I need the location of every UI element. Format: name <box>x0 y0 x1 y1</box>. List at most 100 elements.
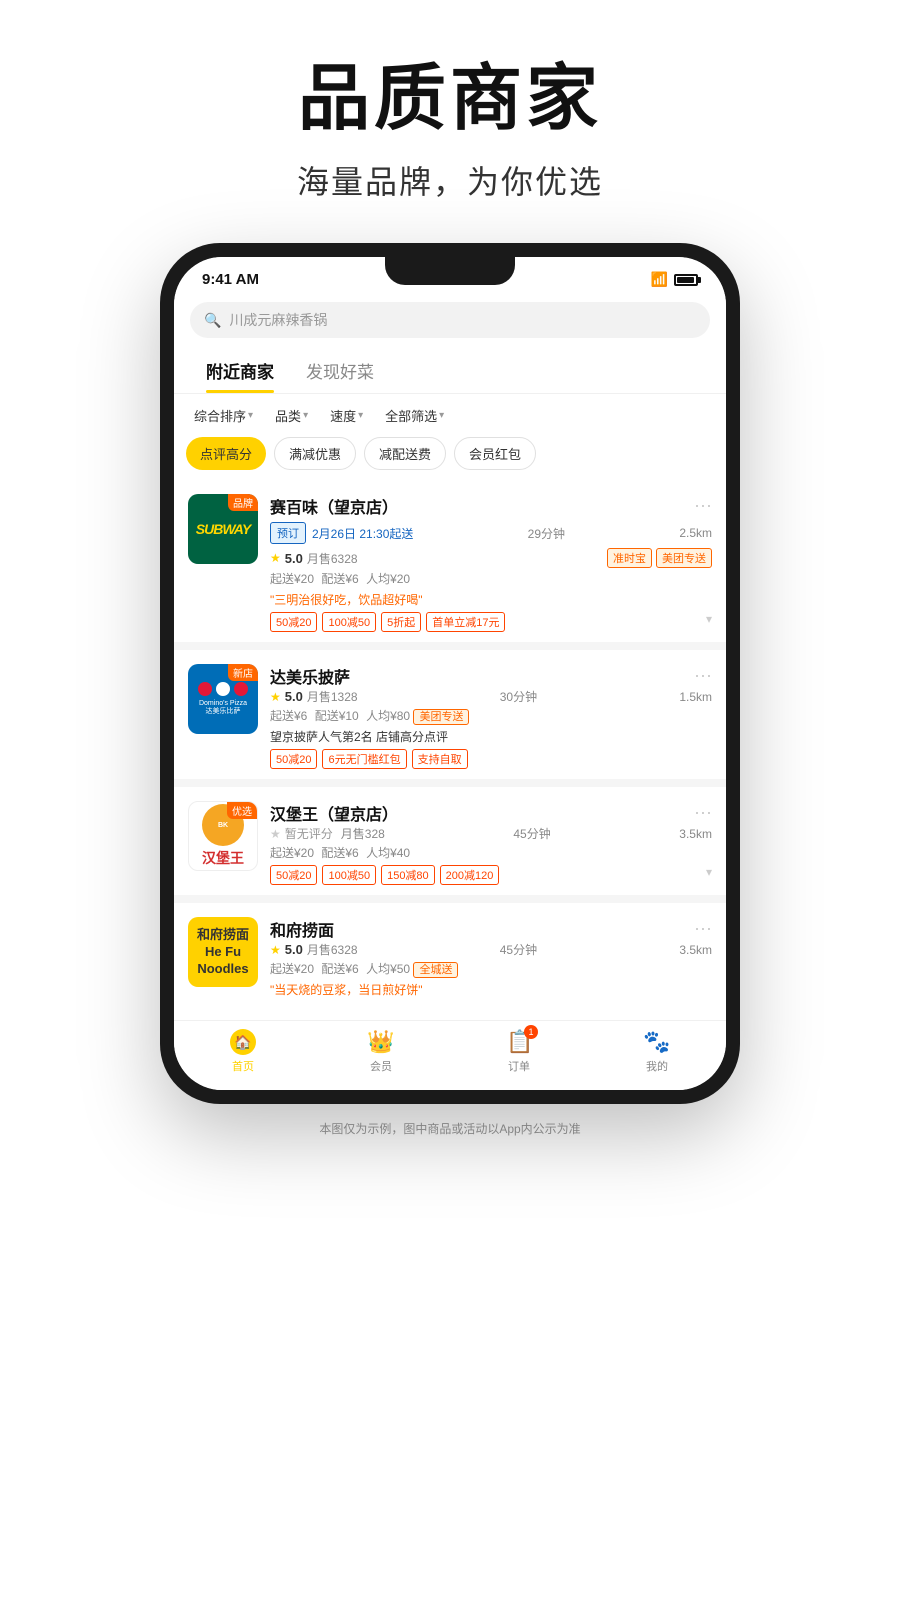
subway-promo-0: 50减20 <box>270 612 317 632</box>
battery-icon <box>674 274 698 286</box>
dominos-text: Domino's Pizza达美乐比萨 <box>199 700 247 717</box>
dominos-distance: 1.5km <box>679 690 712 704</box>
merchant-header-hefu: 和府捞面He Fu Noodles 和府捞面 ⋯ ★ 5.0 月售6328 45… <box>188 917 712 1002</box>
bk-info: 汉堡王（望京店） ⋯ ★ 暂无评分 月售328 45分钟 3.5km 起送¥20 <box>270 801 712 885</box>
merchant-card-hefu[interactable]: 和府捞面He Fu Noodles 和府捞面 ⋯ ★ 5.0 月售6328 45… <box>174 903 726 1012</box>
merchant-card-dominos[interactable]: Domino's Pizza达美乐比萨 新店 达美乐披萨 ⋯ ★ 5.0 月售1… <box>174 650 726 779</box>
dominos-badge: 新店 <box>228 664 258 681</box>
disclaimer: 本图仅为示例，图中商品或活动以App内公示为准 <box>319 1104 580 1157</box>
hefu-logo-text: 和府捞面He Fu Noodles <box>188 927 258 978</box>
tag-free-delivery[interactable]: 减配送费 <box>364 437 446 470</box>
dominos-dot-3 <box>234 682 248 696</box>
phone-screen: 9:41 AM 📶 🔍 川成元麻辣香锅 附近商家 发现好菜 综合排序 <box>174 257 726 1090</box>
bk-logo: BK 汉堡王 优选 <box>188 801 258 871</box>
merchant-card-subway[interactable]: SUBWAY 品牌 赛百味（望京店） ⋯ 预订 2月26日 21:30起送 29… <box>174 480 726 642</box>
subway-distance: 2.5km <box>679 526 712 540</box>
member-label: 会员 <box>370 1058 392 1074</box>
merchant-card-bk[interactable]: BK 汉堡王 优选 汉堡王（望京店） ⋯ ★ 暂无评分 月售32 <box>174 787 726 895</box>
bk-rating-label: 暂无评分 <box>285 825 333 842</box>
all-arrow: ▾ <box>439 410 444 421</box>
subway-expand[interactable]: ▾ <box>706 612 712 632</box>
page-subtitle: 海量品牌，为你优选 <box>297 157 603 203</box>
bk-expand[interactable]: ▾ <box>706 865 712 885</box>
tab-discover[interactable]: 发现好菜 <box>290 348 390 393</box>
tag-member-coupon[interactable]: 会员红包 <box>454 437 536 470</box>
nav-order[interactable]: 📋 1 订单 <box>450 1029 588 1074</box>
subway-star: ★ <box>270 551 281 565</box>
home-icon-bg: 🏠 <box>230 1029 256 1055</box>
tab-nearby[interactable]: 附近商家 <box>190 348 290 393</box>
dominos-logo: Domino's Pizza达美乐比萨 新店 <box>188 664 258 734</box>
status-bar: 9:41 AM 📶 <box>174 257 726 294</box>
tag-high-rating[interactable]: 点评高分 <box>186 437 266 470</box>
dominos-promo-1: 6元无门槛红包 <box>322 749 406 769</box>
tag-row: 点评高分 满减优惠 减配送费 会员红包 <box>174 437 726 480</box>
bk-time: 45分钟 <box>513 825 550 842</box>
status-time: 9:41 AM <box>202 271 259 288</box>
hefu-rating: 5.0 <box>285 942 303 957</box>
bk-promo-1: 100减50 <box>322 865 376 885</box>
subway-review: "三明治很好吃，饮品超好喝" <box>270 591 712 608</box>
filter-all[interactable]: 全部筛选 ▾ <box>377 402 452 429</box>
dominos-tag-meituan: 美团专送 <box>413 709 469 725</box>
tag-promo[interactable]: 满减优惠 <box>274 437 356 470</box>
filter-category[interactable]: 品类 ▾ <box>267 402 316 429</box>
search-bar[interactable]: 🔍 川成元麻辣香锅 <box>190 302 710 338</box>
status-icons: 📶 <box>651 271 698 288</box>
hefu-info: 和府捞面 ⋯ ★ 5.0 月售6328 45分钟 3.5km 起送¥20 <box>270 917 712 1002</box>
home-label: 首页 <box>232 1058 254 1074</box>
dominos-promo-0: 50减20 <box>270 749 317 769</box>
subway-name-row: 赛百味（望京店） ⋯ <box>270 494 712 518</box>
dominos-dot-2 <box>216 682 230 696</box>
bk-monthly: 月售328 <box>341 825 385 842</box>
nav-member[interactable]: 👑 会员 <box>312 1029 450 1074</box>
dominos-monthly: 月售1328 <box>307 688 358 705</box>
subway-promo-1: 100减50 <box>322 612 376 632</box>
hefu-more-icon[interactable]: ⋯ <box>694 919 712 940</box>
hefu-tag-quancheng: 全城送 <box>413 962 458 978</box>
subway-time: 29分钟 <box>528 525 565 542</box>
dominos-more-icon[interactable]: ⋯ <box>694 666 712 687</box>
dominos-time: 30分钟 <box>500 688 537 705</box>
subway-badge: 品牌 <box>228 494 258 511</box>
subway-promo-3: 首单立减17元 <box>426 612 505 632</box>
dominos-rating: 5.0 <box>285 689 303 704</box>
sort-arrow: ▾ <box>248 410 253 421</box>
speed-arrow: ▾ <box>358 410 363 421</box>
merchant-list: SUBWAY 品牌 赛百味（望京店） ⋯ 预订 2月26日 21:30起送 29… <box>174 480 726 1012</box>
bk-more-icon[interactable]: ⋯ <box>694 803 712 824</box>
bk-badge: 优选 <box>227 802 257 819</box>
subway-monthly: 月售6328 <box>307 550 358 567</box>
hefu-review: "当天烧的豆浆，当日煎好饼" <box>270 981 712 998</box>
hefu-delivery-info: 起送¥20 配送¥6 人均¥50 全城送 <box>270 960 712 977</box>
subway-tag-meituan: 美团专送 <box>656 548 712 568</box>
dominos-name-row: 达美乐披萨 ⋯ <box>270 664 712 688</box>
dominos-dots <box>198 682 248 696</box>
bk-promo-0: 50减20 <box>270 865 317 885</box>
dominos-rating-dist: ★ 5.0 月售1328 30分钟 1.5km <box>270 688 712 705</box>
nav-home[interactable]: 🏠 首页 <box>174 1029 312 1074</box>
bk-label-text: 汉堡王 <box>202 848 244 868</box>
subway-name: 赛百味（望京店） <box>270 494 398 518</box>
bk-name: 汉堡王（望京店） <box>270 801 398 825</box>
nav-profile[interactable]: 🐾 我的 <box>588 1029 726 1074</box>
order-label: 订单 <box>508 1058 530 1074</box>
bk-name-row: 汉堡王（望京店） ⋯ <box>270 801 712 825</box>
subway-more-icon[interactable]: ⋯ <box>694 496 712 517</box>
dominos-delivery-info: 起送¥6 配送¥10 人均¥80 美团专送 <box>270 707 712 724</box>
bk-distance: 3.5km <box>679 827 712 841</box>
phone-shell: 9:41 AM 📶 🔍 川成元麻辣香锅 附近商家 发现好菜 综合排序 <box>160 243 740 1104</box>
hefu-name: 和府捞面 <box>270 917 334 941</box>
hefu-logo: 和府捞面He Fu Noodles <box>188 917 258 987</box>
subway-logo: SUBWAY 品牌 <box>188 494 258 564</box>
dominos-name: 达美乐披萨 <box>270 664 350 688</box>
bk-rating-dist: ★ 暂无评分 月售328 45分钟 3.5km <box>270 825 712 842</box>
bk-promo-2: 150减80 <box>381 865 435 885</box>
dominos-info: 达美乐披萨 ⋯ ★ 5.0 月售1328 30分钟 1.5km 起送¥6 <box>270 664 712 769</box>
hefu-distance: 3.5km <box>679 943 712 957</box>
dominos-promo-2: 支持自取 <box>412 749 468 769</box>
filter-speed[interactable]: 速度 ▾ <box>322 402 371 429</box>
wifi-icon: 📶 <box>651 271 668 288</box>
filter-sort[interactable]: 综合排序 ▾ <box>186 402 261 429</box>
order-icon: 📋 1 <box>506 1029 532 1055</box>
